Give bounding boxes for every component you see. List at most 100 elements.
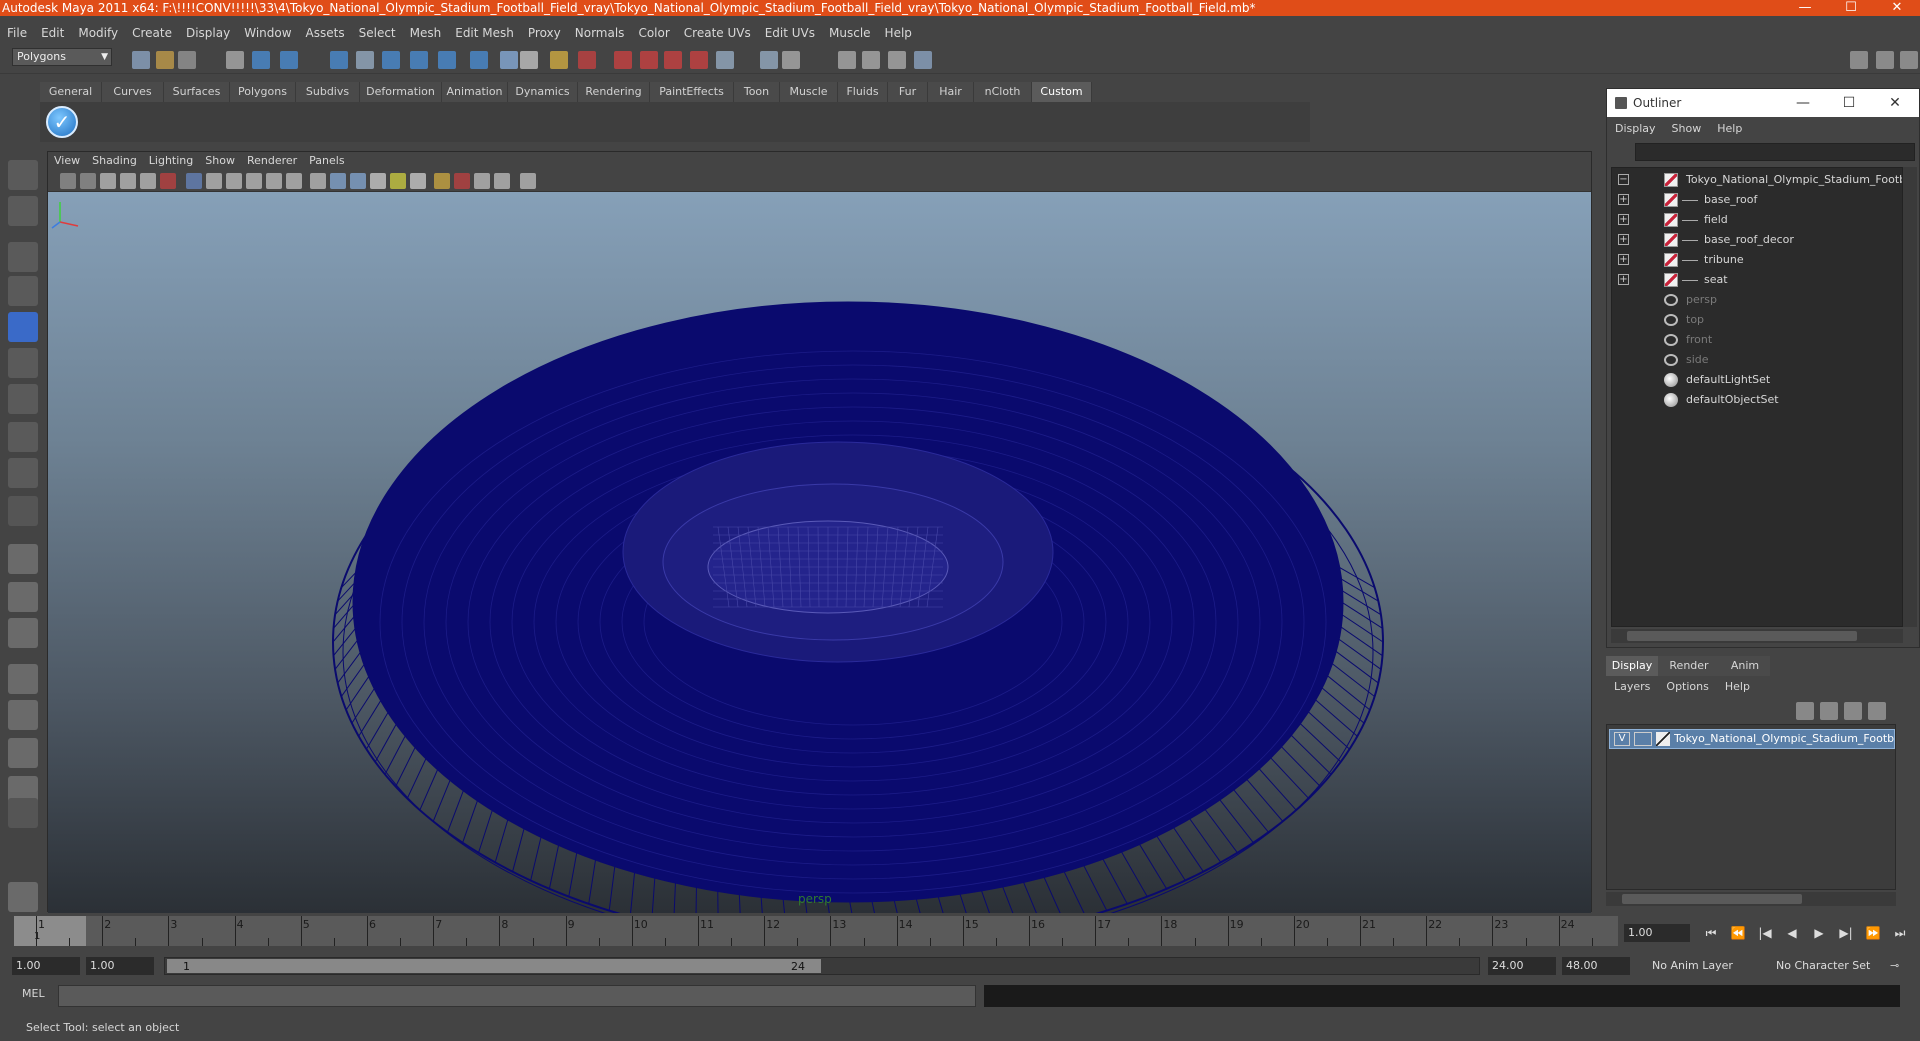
expand-icon[interactable]: + xyxy=(1618,254,1629,265)
expand-icon[interactable]: + xyxy=(1618,234,1629,245)
outliner-item-front[interactable]: front xyxy=(1612,330,1902,350)
single-perspective-layout-icon[interactable] xyxy=(8,544,38,574)
status-line-tool-icon[interactable] xyxy=(132,51,150,69)
viewport-panel[interactable]: View Shading Lighting Show Renderer Panels pe… xyxy=(47,151,1592,913)
viewport-tool-icon[interactable] xyxy=(140,173,156,189)
check-icon[interactable]: ✓ xyxy=(46,106,78,138)
outliner-minimize-button[interactable]: — xyxy=(1783,89,1823,117)
outliner-menu-help[interactable]: Help xyxy=(1709,119,1750,139)
shelf-tab-fur[interactable]: Fur xyxy=(888,82,928,102)
layer-tab-anim[interactable]: Anim xyxy=(1720,656,1770,676)
outliner-item-base-roof[interactable]: + base_roof xyxy=(1612,190,1902,210)
shelf-tab-polygons[interactable]: Polygons xyxy=(230,82,296,102)
menu-file[interactable]: File xyxy=(0,22,34,44)
maximize-button[interactable]: ☐ xyxy=(1828,0,1874,16)
viewport-tool-icon[interactable] xyxy=(434,173,450,189)
status-line-tool-icon[interactable] xyxy=(690,51,708,69)
outliner-item-side[interactable]: side xyxy=(1612,350,1902,370)
play-backwards-icon[interactable]: ◀ xyxy=(1781,924,1803,942)
status-line-tool-icon[interactable] xyxy=(664,51,682,69)
menu-modify[interactable]: Modify xyxy=(71,22,125,44)
viewport-menu-view[interactable]: View xyxy=(48,152,86,170)
outliner-item-top[interactable]: top xyxy=(1612,310,1902,330)
range-slider[interactable]: 1 24 xyxy=(164,957,1480,975)
status-line-tool-icon[interactable] xyxy=(782,51,800,69)
status-line-tool-icon[interactable] xyxy=(550,51,568,69)
viewport-tool-icon[interactable] xyxy=(100,173,116,189)
menu-set-dropdown[interactable]: Polygons ▼ xyxy=(12,48,112,66)
status-line-tool-icon[interactable] xyxy=(280,51,298,69)
outliner-item-tribune[interactable]: + tribune xyxy=(1612,250,1902,270)
status-line-tool-icon[interactable] xyxy=(760,51,778,69)
viewport-tool-icon[interactable] xyxy=(310,173,326,189)
current-time-field[interactable]: 1.00 xyxy=(1624,924,1690,942)
status-line-tool-icon[interactable] xyxy=(382,51,400,69)
menu-edit[interactable]: Edit xyxy=(34,22,71,44)
outliner-item-seat[interactable]: + seat xyxy=(1612,270,1902,290)
panel-layout-icon[interactable] xyxy=(1850,51,1868,69)
shelf-tab-painteffects[interactable]: PaintEffects xyxy=(650,82,734,102)
hypershade-layout-icon[interactable] xyxy=(8,700,38,730)
viewport-tool-icon[interactable] xyxy=(494,173,510,189)
outliner-menu-show[interactable]: Show xyxy=(1664,119,1710,139)
viewport-menu-show[interactable]: Show xyxy=(199,152,241,170)
menu-edit-mesh[interactable]: Edit Mesh xyxy=(448,22,521,44)
close-button[interactable]: ✕ xyxy=(1874,0,1920,16)
status-line-tool-icon[interactable] xyxy=(640,51,658,69)
more-layouts-icon[interactable] xyxy=(8,798,38,828)
manipulator-tool-icon[interactable] xyxy=(8,384,38,414)
current-frame-marker[interactable]: 1 xyxy=(14,916,86,946)
status-line-tool-icon[interactable] xyxy=(614,51,632,69)
stadium-wireframe-mesh[interactable] xyxy=(48,192,1591,913)
viewport-menu-panels[interactable]: Panels xyxy=(303,152,350,170)
status-line-tool-icon[interactable] xyxy=(888,51,906,69)
menu-create-uvs[interactable]: Create UVs xyxy=(677,22,758,44)
expand-icon[interactable]: + xyxy=(1618,214,1629,225)
go-to-end-icon[interactable]: ⏭ xyxy=(1889,924,1911,942)
four-view-layout-icon[interactable] xyxy=(8,582,38,612)
move-tool-icon[interactable] xyxy=(8,276,38,306)
menu-edit-uvs[interactable]: Edit UVs xyxy=(758,22,822,44)
layer-menu-help[interactable]: Help xyxy=(1717,676,1758,698)
outliner-item-defaultlightset[interactable]: defaultLightSet xyxy=(1612,370,1902,390)
layer-color-swatch[interactable] xyxy=(1656,732,1670,746)
menu-muscle[interactable]: Muscle xyxy=(822,22,878,44)
status-line-tool-icon[interactable] xyxy=(156,51,174,69)
step-forward-key-icon[interactable]: ⏩ xyxy=(1862,924,1884,942)
select-tool-icon[interactable] xyxy=(8,160,38,190)
outliner-close-button[interactable]: ✕ xyxy=(1875,89,1915,117)
layer-menu-layers[interactable]: Layers xyxy=(1606,676,1658,698)
last-tool-icon[interactable] xyxy=(8,496,38,526)
shelf-tab-hair[interactable]: Hair xyxy=(928,82,974,102)
layer-row[interactable]: V Tokyo_National_Olympic_Stadium_Footbal… xyxy=(1609,729,1895,749)
outliner-item-persp[interactable]: persp xyxy=(1612,290,1902,310)
scale-tool-icon[interactable] xyxy=(8,348,38,378)
outliner-maximize-button[interactable]: ☐ xyxy=(1829,89,1869,117)
script-editor-icon[interactable] xyxy=(8,882,38,912)
status-line-tool-icon[interactable] xyxy=(470,51,488,69)
viewport-tool-icon[interactable] xyxy=(80,173,96,189)
status-line-tool-icon[interactable] xyxy=(862,51,880,69)
menu-assets[interactable]: Assets xyxy=(299,22,352,44)
shelf-tab-rendering[interactable]: Rendering xyxy=(578,82,650,102)
outliner-item-base-roof-decor[interactable]: + base_roof_decor xyxy=(1612,230,1902,250)
outliner-item-field[interactable]: + field xyxy=(1612,210,1902,230)
start-time-field[interactable]: 1.00 xyxy=(12,957,80,975)
anim-layer-dropdown[interactable]: No Anim Layer xyxy=(1648,957,1760,975)
menu-display[interactable]: Display xyxy=(179,22,237,44)
viewport-scene[interactable]: persp xyxy=(48,192,1591,913)
layer-menu-options[interactable]: Options xyxy=(1658,676,1716,698)
shelf-tab-surfaces[interactable]: Surfaces xyxy=(164,82,230,102)
play-forwards-icon[interactable]: ▶ xyxy=(1808,924,1830,942)
shelf-tab-dynamics[interactable]: Dynamics xyxy=(508,82,578,102)
persp-graph-layout-icon[interactable] xyxy=(8,664,38,694)
status-line-tool-icon[interactable] xyxy=(438,51,456,69)
time-slider[interactable]: 1 1 2 3 4 5 6 7 8 9 10 11 12 13 14 15 16 17 18 19 20 21 22 23 2… xyxy=(14,916,1618,946)
menu-color[interactable]: Color xyxy=(631,22,676,44)
viewport-menu-renderer[interactable]: Renderer xyxy=(241,152,303,170)
shelf-tab-ncloth[interactable]: nCloth xyxy=(974,82,1032,102)
shelf-tab-fluids[interactable]: Fluids xyxy=(838,82,888,102)
range-slider-handle[interactable]: 1 24 xyxy=(167,959,821,973)
layer-display-type-toggle[interactable] xyxy=(1634,732,1652,746)
status-line-tool-icon[interactable] xyxy=(410,51,428,69)
